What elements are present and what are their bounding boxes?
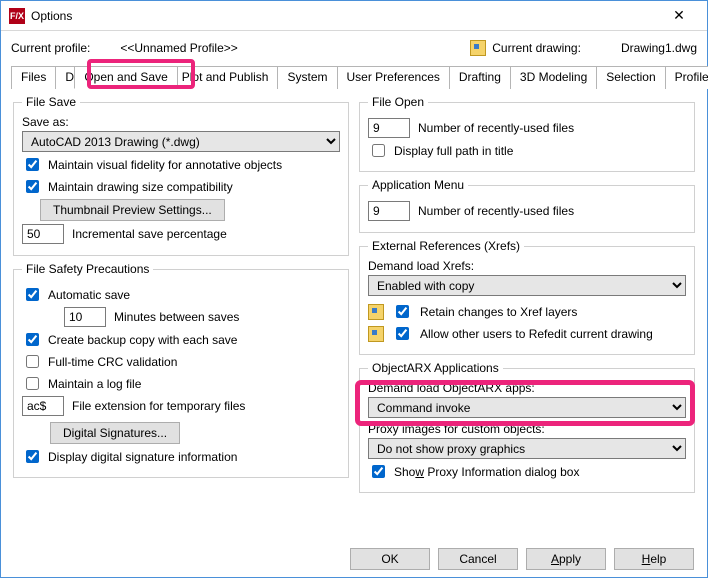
legend-application-menu: Application Menu bbox=[368, 178, 468, 192]
incremental-save-input[interactable] bbox=[22, 224, 64, 244]
tab-selection[interactable]: Selection bbox=[596, 66, 665, 89]
current-drawing-label: Current drawing: bbox=[492, 41, 581, 55]
temp-ext-label: File extension for temporary files bbox=[72, 399, 245, 413]
show-proxy-label: Show Proxy Information dialog box bbox=[394, 465, 579, 479]
save-as-select[interactable]: AutoCAD 2013 Drawing (*.dwg) bbox=[22, 131, 340, 152]
group-external-references: External References (Xrefs) Demand load … bbox=[359, 239, 695, 355]
allow-refedit-checkbox[interactable] bbox=[396, 327, 409, 340]
logfile-label: Maintain a log file bbox=[48, 377, 141, 391]
group-application-menu: Application Menu Number of recently-used… bbox=[359, 178, 695, 233]
help-button[interactable]: Help bbox=[614, 548, 694, 570]
apply-button[interactable]: Apply bbox=[526, 548, 606, 570]
maintain-compat-checkbox[interactable] bbox=[26, 180, 39, 193]
maintain-compat-row[interactable]: Maintain drawing size compatibility bbox=[22, 177, 340, 196]
show-proxy-checkbox[interactable] bbox=[372, 465, 385, 478]
retain-xref-label: Retain changes to Xref layers bbox=[420, 305, 577, 319]
full-path-row[interactable]: Display full path in title bbox=[368, 141, 686, 160]
proxy-images-label: Proxy images for custom objects: bbox=[368, 422, 686, 436]
demand-arx-label: Demand load ObjectARX apps: bbox=[368, 381, 686, 395]
thumbnail-preview-button[interactable]: Thumbnail Preview Settings... bbox=[40, 199, 225, 221]
tab-plot-and-publish[interactable]: Plot and Publish bbox=[172, 66, 279, 89]
profile-row: Current profile: <<Unnamed Profile>> Cur… bbox=[11, 37, 697, 59]
maintain-compat-label: Maintain drawing size compatibility bbox=[48, 180, 233, 194]
drawing-icon bbox=[368, 304, 384, 320]
crc-label: Full-time CRC validation bbox=[48, 355, 177, 369]
current-profile-label: Current profile: bbox=[11, 41, 90, 55]
logfile-checkbox[interactable] bbox=[26, 377, 39, 390]
autosave-minutes-input[interactable] bbox=[64, 307, 106, 327]
backup-label: Create backup copy with each save bbox=[48, 333, 237, 347]
autosave-checkbox[interactable] bbox=[26, 288, 39, 301]
show-digsig-checkbox[interactable] bbox=[26, 450, 39, 463]
appmenu-recent-input[interactable] bbox=[368, 201, 410, 221]
group-file-open: File Open Number of recently-used files … bbox=[359, 95, 695, 172]
left-column: File Save Save as: AutoCAD 2013 Drawing … bbox=[13, 95, 349, 493]
drawing-icon bbox=[470, 40, 486, 56]
maintain-fidelity-label: Maintain visual fidelity for annotative … bbox=[48, 158, 282, 172]
show-digsig-row[interactable]: Display digital signature information bbox=[22, 447, 340, 466]
backup-checkbox[interactable] bbox=[26, 333, 39, 346]
recent-files-input[interactable] bbox=[368, 118, 410, 138]
tab-display[interactable]: Display bbox=[55, 66, 75, 89]
demand-xrefs-select[interactable]: Enabled with copy bbox=[368, 275, 686, 296]
crc-row[interactable]: Full-time CRC validation bbox=[22, 352, 340, 371]
drawing-icon bbox=[368, 326, 384, 342]
app-icon: F/X bbox=[9, 8, 25, 24]
maintain-fidelity-row[interactable]: Maintain visual fidelity for annotative … bbox=[22, 155, 340, 174]
full-path-label: Display full path in title bbox=[394, 144, 513, 158]
tab-system[interactable]: System bbox=[277, 66, 337, 89]
dialog-buttons: OK Cancel Apply Help bbox=[350, 548, 694, 570]
current-drawing-name: Drawing1.dwg bbox=[621, 41, 697, 55]
tab-user-preferences[interactable]: User Preferences bbox=[337, 66, 450, 89]
legend-file-safety: File Safety Precautions bbox=[22, 262, 153, 276]
crc-checkbox[interactable] bbox=[26, 355, 39, 368]
proxy-images-select[interactable]: Do not show proxy graphics bbox=[368, 438, 686, 459]
retain-xref-checkbox[interactable] bbox=[396, 305, 409, 318]
recent-files-label: Number of recently-used files bbox=[418, 121, 574, 135]
window-title: Options bbox=[31, 9, 72, 23]
legend-file-save: File Save bbox=[22, 95, 80, 109]
autosave-label: Automatic save bbox=[48, 288, 130, 302]
tab-strip: Files Display Open and Save Plot and Pub… bbox=[11, 65, 697, 89]
legend-objectarx: ObjectARX Applications bbox=[368, 361, 503, 375]
incremental-save-label: Incremental save percentage bbox=[72, 227, 227, 241]
maintain-fidelity-checkbox[interactable] bbox=[26, 158, 39, 171]
autosave-minutes-label: Minutes between saves bbox=[114, 310, 239, 324]
logfile-row[interactable]: Maintain a log file bbox=[22, 374, 340, 393]
appmenu-recent-label: Number of recently-used files bbox=[418, 204, 574, 218]
right-column: File Open Number of recently-used files … bbox=[359, 95, 695, 493]
save-as-label: Save as: bbox=[22, 115, 340, 129]
allow-refedit-label: Allow other users to Refedit current dra… bbox=[420, 327, 653, 341]
autosave-row[interactable]: Automatic save bbox=[22, 285, 340, 304]
current-profile-name: <<Unnamed Profile>> bbox=[120, 41, 237, 55]
legend-external-references: External References (Xrefs) bbox=[368, 239, 524, 253]
cancel-button[interactable]: Cancel bbox=[438, 548, 518, 570]
group-file-safety: File Safety Precautions Automatic save M… bbox=[13, 262, 349, 478]
group-file-save: File Save Save as: AutoCAD 2013 Drawing … bbox=[13, 95, 349, 256]
legend-file-open: File Open bbox=[368, 95, 428, 109]
tab-drafting[interactable]: Drafting bbox=[449, 66, 511, 89]
digital-signatures-button[interactable]: Digital Signatures... bbox=[50, 422, 180, 444]
tab-3d-modeling[interactable]: 3D Modeling bbox=[510, 66, 597, 89]
backup-row[interactable]: Create backup copy with each save bbox=[22, 330, 340, 349]
close-button[interactable]: ✕ bbox=[659, 7, 699, 24]
tab-open-and-save[interactable]: Open and Save bbox=[74, 66, 177, 89]
demand-arx-select[interactable]: Command invoke bbox=[368, 397, 686, 418]
tab-profiles[interactable]: Profiles bbox=[665, 66, 708, 89]
tab-files[interactable]: Files bbox=[11, 66, 56, 89]
show-proxy-row[interactable]: Show Proxy Information dialog box bbox=[368, 462, 686, 481]
temp-ext-input[interactable] bbox=[22, 396, 64, 416]
demand-xrefs-label: Demand load Xrefs: bbox=[368, 259, 686, 273]
full-path-checkbox[interactable] bbox=[372, 144, 385, 157]
ok-button[interactable]: OK bbox=[350, 548, 430, 570]
title-bar: F/X Options ✕ bbox=[1, 1, 707, 31]
group-objectarx: ObjectARX Applications Demand load Objec… bbox=[359, 361, 695, 493]
show-digsig-label: Display digital signature information bbox=[48, 450, 237, 464]
